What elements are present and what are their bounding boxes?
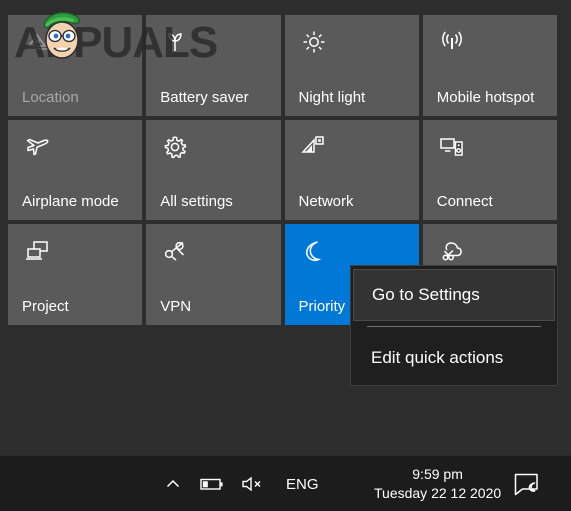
clock-date: Tuesday 22 12 2020 (374, 485, 502, 501)
quick-action-context-menu: Go to Settings Edit quick actions (350, 265, 558, 386)
battery-saver-leaf-icon (160, 27, 190, 57)
quick-action-label: VPN (160, 297, 192, 315)
quick-action-tile-night-light[interactable]: Night light (284, 15, 419, 116)
quick-action-label: Location (22, 88, 79, 106)
connect-display-icon (437, 132, 467, 162)
menu-item-label: Edit quick actions (371, 348, 504, 367)
quick-action-tile-airplane-mode[interactable]: Airplane mode (8, 119, 143, 221)
quick-action-label: Network (298, 193, 354, 211)
vpn-key-icon (160, 236, 190, 266)
quick-action-tile-connect[interactable]: Connect (422, 119, 557, 221)
location-pin-icon (22, 27, 52, 57)
airplane-icon (22, 132, 52, 162)
menu-item-edit-quick-actions[interactable]: Edit quick actions (351, 332, 557, 384)
clock-time: 9:59 pm (412, 466, 463, 482)
sun-brightness-icon (299, 27, 329, 57)
menu-separator (367, 326, 541, 327)
menu-item-label: Go to Settings (372, 285, 480, 304)
quick-action-tile-vpn[interactable]: VPN (146, 224, 281, 325)
hotspot-signal-icon (437, 27, 467, 57)
quick-action-tile-mobile-hotspot[interactable]: Mobile hotspot (422, 15, 557, 116)
chevron-up-icon[interactable] (160, 471, 186, 497)
gear-icon (160, 132, 190, 162)
quick-action-tile-all-settings[interactable]: All settings (146, 119, 281, 221)
quick-action-tile-network[interactable]: Network (284, 119, 419, 221)
quick-action-label: Battery saver (160, 88, 249, 106)
taskbar: ENG 9:59 pm Tuesday 22 12 2020 (0, 455, 571, 511)
menu-item-go-to-settings[interactable]: Go to Settings (353, 269, 555, 321)
language-indicator[interactable]: ENG (286, 476, 319, 493)
action-center-panel: Location Battery saver Night light Mobil… (0, 0, 571, 455)
quick-action-label: Mobile hotspot (436, 88, 535, 106)
quick-action-label: Connect (436, 193, 493, 211)
quick-action-tile-project[interactable]: Project (8, 224, 143, 325)
quick-action-label: Night light (298, 88, 366, 106)
quick-action-tile-location[interactable]: Location (8, 15, 143, 116)
quick-action-tile-battery-saver[interactable]: Battery saver (146, 15, 281, 116)
quick-action-label: Project (22, 297, 69, 315)
battery-icon[interactable] (200, 471, 226, 497)
moon-quiet-hours-icon (299, 236, 329, 266)
wifi-network-icon (299, 132, 329, 162)
desktop-root: Location Battery saver Night light Mobil… (0, 0, 571, 511)
speaker-muted-icon[interactable] (240, 471, 266, 497)
screen-snip-icon (437, 236, 467, 266)
taskbar-clock[interactable]: 9:59 pm Tuesday 22 12 2020 (374, 456, 501, 511)
project-screens-icon (22, 236, 52, 266)
action-center-quiet-hours-icon[interactable] (498, 456, 554, 511)
system-tray: ENG (160, 456, 319, 511)
quick-action-label: Airplane mode (22, 193, 119, 211)
quick-action-label: All settings (160, 193, 233, 211)
quick-action-label: Priority (298, 297, 346, 315)
